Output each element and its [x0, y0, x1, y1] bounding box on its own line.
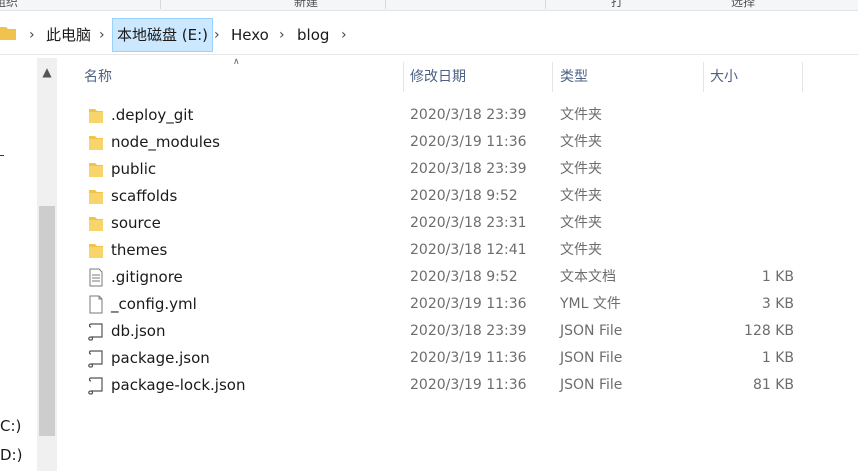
file-name[interactable]: db.json	[111, 318, 165, 345]
column-divider[interactable]	[703, 62, 704, 92]
nav-scrollbar[interactable]: ▲	[37, 58, 57, 471]
folder-icon	[0, 27, 16, 40]
file-row[interactable]: public 2020/3/18 23:39 文件夹	[78, 156, 798, 183]
file-date: 2020/3/19 11:36	[410, 350, 527, 366]
chevron-right-icon[interactable]: ›	[99, 19, 105, 51]
ribbon-label[interactable]: 选择	[731, 0, 755, 10]
chevron-right-icon[interactable]: ›	[341, 19, 347, 51]
file-type: JSON File	[560, 350, 623, 366]
ribbon-group: 新建	[160, 0, 386, 9]
file-name[interactable]: _config.yml	[111, 291, 197, 318]
address-bar[interactable]: › 此电脑 › 本地磁盘 (E:) › Hexo › blog ›	[0, 14, 858, 55]
file-date: 2020/3/19 11:36	[410, 296, 527, 312]
file-row[interactable]: node_modules 2020/3/19 11:36 文件夹	[78, 129, 798, 156]
file-row[interactable]: _config.yml 2020/3/19 11:36 YML 文件 3 KB	[78, 291, 798, 318]
file-date: 2020/3/18 9:52	[410, 188, 518, 204]
file-row[interactable]: package.json 2020/3/19 11:36 JSON File 1…	[78, 345, 798, 372]
json-file-icon	[88, 350, 103, 368]
folder-icon	[89, 136, 103, 150]
file-row[interactable]: .gitignore 2020/3/18 9:52 文本文档 1 KB	[78, 264, 798, 291]
file-size: 81 KB	[752, 377, 794, 393]
breadcrumb-hexo[interactable]: Hexo	[227, 19, 273, 51]
sort-ascending-icon: ∧	[233, 57, 240, 67]
chevron-right-icon[interactable]: ›	[214, 19, 220, 51]
document-file-icon	[89, 295, 103, 314]
breadcrumb-this-pc[interactable]: 此电脑	[42, 19, 95, 51]
file-name[interactable]: .deploy_git	[111, 102, 193, 129]
file-type: 文件夹	[560, 188, 602, 204]
file-type: 文件夹	[560, 134, 602, 150]
file-type: 文件夹	[560, 242, 602, 258]
nav-item-drive-d[interactable]: D:)	[0, 446, 22, 464]
text-file-icon	[89, 268, 103, 287]
file-type: YML 文件	[560, 296, 621, 312]
file-date: 2020/3/18 23:39	[410, 323, 527, 339]
ribbon-group: 打开	[385, 0, 623, 9]
file-size: 128 KB	[744, 323, 794, 339]
folder-icon	[89, 190, 103, 204]
file-date: 2020/3/18 23:39	[410, 161, 527, 177]
file-date: 2020/3/18 23:39	[410, 107, 527, 123]
file-type: 文件夹	[560, 215, 602, 231]
ribbon-group: 组织	[0, 0, 161, 9]
column-divider[interactable]	[552, 62, 553, 92]
file-name[interactable]: package.json	[111, 345, 210, 372]
file-row[interactable]: db.json 2020/3/18 23:39 JSON File 128 KB	[78, 318, 798, 345]
file-type: JSON File	[560, 377, 623, 393]
file-row[interactable]: .deploy_git 2020/3/18 23:39 文件夹	[78, 102, 798, 129]
nav-item-drive-c[interactable]: C:)	[0, 417, 21, 435]
file-row[interactable]: source 2020/3/18 23:31 文件夹	[78, 210, 798, 237]
folder-icon	[89, 217, 103, 231]
breadcrumb-blog[interactable]: blog	[293, 19, 333, 51]
file-row[interactable]: themes 2020/3/18 12:41 文件夹	[78, 237, 798, 264]
column-header-name[interactable]: 名称	[84, 60, 112, 94]
ribbon-strip: 组织 新建 打开 选择	[0, 0, 858, 11]
ribbon-label[interactable]: 组织	[0, 0, 18, 10]
file-size: 3 KB	[761, 296, 794, 312]
chevron-right-icon[interactable]: ›	[29, 19, 35, 51]
file-row[interactable]: scaffolds 2020/3/18 9:52 文件夹	[78, 183, 798, 210]
column-divider[interactable]	[802, 62, 803, 92]
file-type: 文件夹	[560, 161, 602, 177]
file-date: 2020/3/19 11:36	[410, 134, 527, 150]
file-date: 2020/3/18 12:41	[410, 242, 527, 258]
file-date: 2020/3/19 11:36	[410, 377, 527, 393]
ribbon-group: 选择	[545, 0, 858, 9]
json-file-icon	[88, 323, 103, 341]
nav-divider	[0, 155, 4, 156]
file-name[interactable]: package-lock.json	[111, 372, 245, 399]
column-header-type[interactable]: 类型	[560, 60, 588, 94]
file-name[interactable]: node_modules	[111, 129, 220, 156]
file-type: 文件夹	[560, 107, 602, 123]
file-date: 2020/3/18 9:52	[410, 269, 518, 285]
file-date: 2020/3/18 23:31	[410, 215, 527, 231]
column-header-size[interactable]: 大小	[710, 60, 738, 94]
scrollbar-thumb[interactable]	[39, 206, 55, 436]
file-name[interactable]: public	[111, 156, 156, 183]
breadcrumb-local-disk[interactable]: 本地磁盘 (E:)	[112, 18, 214, 52]
chevron-right-icon[interactable]: ›	[279, 19, 285, 51]
file-name[interactable]: .gitignore	[111, 264, 183, 291]
file-size: 1 KB	[761, 350, 794, 366]
ribbon-label[interactable]: 新建	[294, 0, 318, 10]
file-name[interactable]: scaffolds	[111, 183, 177, 210]
file-row[interactable]: package-lock.json 2020/3/19 11:36 JSON F…	[78, 372, 798, 399]
column-divider[interactable]	[403, 62, 404, 92]
folder-icon	[89, 244, 103, 258]
file-type: 文本文档	[560, 269, 616, 285]
file-size: 1 KB	[761, 269, 794, 285]
file-name[interactable]: themes	[111, 237, 167, 264]
scroll-up-icon[interactable]: ▲	[37, 62, 57, 82]
folder-icon	[89, 163, 103, 177]
column-header-date[interactable]: 修改日期	[410, 60, 466, 94]
file-type: JSON File	[560, 323, 623, 339]
json-file-icon	[88, 377, 103, 395]
file-name[interactable]: source	[111, 210, 161, 237]
folder-icon	[89, 109, 103, 123]
